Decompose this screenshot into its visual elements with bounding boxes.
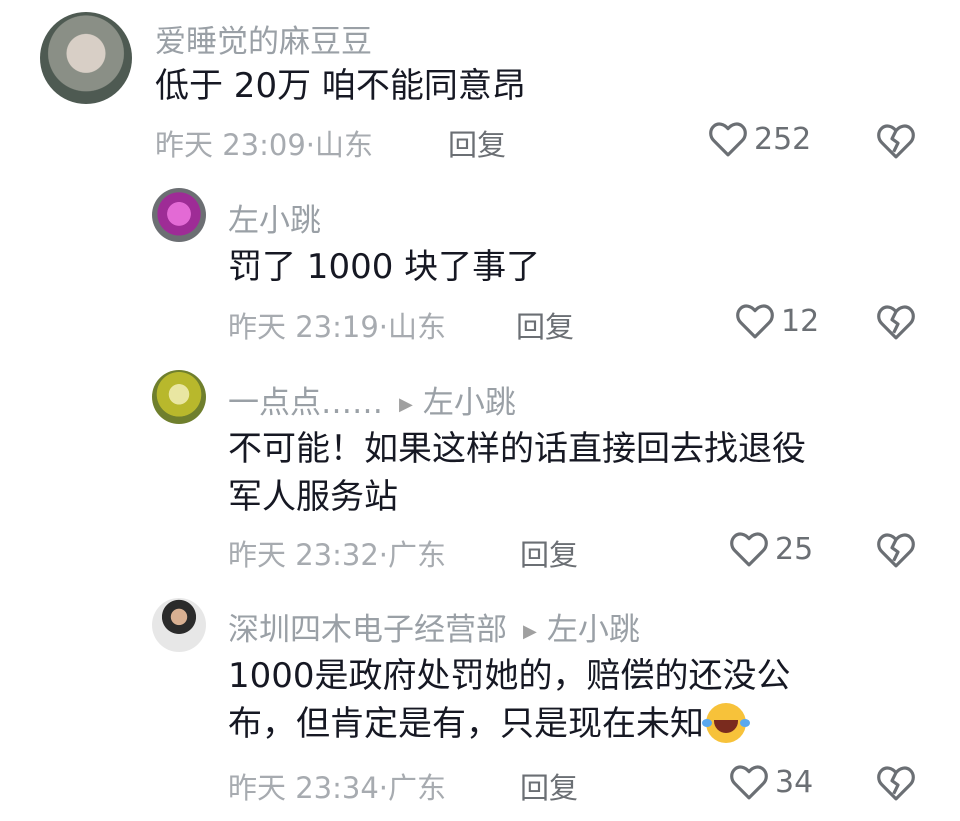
dislike-button[interactable] (876, 531, 916, 573)
triangle-right-icon: ▶ (523, 621, 537, 642)
broken-heart-icon (877, 766, 915, 801)
comment-time: 昨天 23:32 (228, 538, 379, 572)
comment-text-line: 不可能！如果这样的话直接回去找退役 (228, 429, 806, 469)
comment-meta: 昨天 23:34·广东 (228, 765, 446, 807)
heart-outline-icon (730, 532, 768, 567)
username-line: 一点点…… ▶ 左小跳 (228, 377, 516, 422)
comment-meta: 昨天 23:09·山东 (155, 122, 373, 164)
avatar[interactable] (152, 188, 206, 242)
comment-text-line-with-emoji: 布，但肯定是有，只是现在未知 (228, 700, 791, 748)
dislike-button[interactable] (876, 303, 916, 345)
avatar[interactable] (152, 598, 206, 652)
heart-outline-icon (736, 304, 774, 339)
comment-text: 1000是政府处罚她的，赔偿的还没公 布，但肯定是有，只是现在未知 (228, 652, 791, 748)
comment-time: 昨天 23:19 (228, 310, 379, 344)
like-count: 12 (781, 303, 820, 339)
heart-outline-icon (709, 122, 747, 157)
comment-location: 广东 (388, 538, 447, 572)
dislike-button[interactable] (876, 122, 916, 164)
avatar[interactable] (152, 370, 206, 424)
reply-button[interactable]: 回复 (520, 765, 578, 807)
rolling-on-floor-laughing-emoji-icon (702, 702, 746, 743)
comment-text: 低于 20万 咱不能同意昂 (155, 62, 526, 110)
like-count: 252 (754, 121, 812, 157)
like-count: 34 (775, 764, 814, 800)
like-button[interactable]: 25 (729, 530, 813, 568)
like-button[interactable]: 34 (729, 763, 813, 801)
avatar[interactable] (40, 12, 132, 104)
meta-separator: · (378, 771, 389, 805)
comment-text: 不可能！如果这样的话直接回去找退役 军人服务站 (228, 425, 806, 521)
dislike-button[interactable] (876, 764, 916, 806)
triangle-right-icon: ▶ (399, 394, 413, 415)
username-line: 深圳四木电子经营部 ▶ 左小跳 (228, 604, 640, 649)
comment-text-line: 布，但肯定是有，只是现在未知 (228, 704, 704, 744)
comment-time: 昨天 23:09 (155, 128, 306, 162)
comment-location: 山东 (315, 128, 374, 162)
meta-separator: · (305, 128, 316, 162)
comment-meta: 昨天 23:19·山东 (228, 304, 446, 346)
like-button[interactable]: 252 (708, 120, 811, 158)
meta-separator: · (378, 310, 389, 344)
reply-button[interactable]: 回复 (516, 304, 574, 346)
reply-button[interactable]: 回复 (520, 532, 578, 574)
comment-location: 广东 (388, 771, 447, 805)
comment-time: 昨天 23:34 (228, 771, 379, 805)
meta-separator: · (378, 538, 389, 572)
reply-to-username[interactable]: 左小跳 (547, 612, 640, 648)
like-button[interactable]: 12 (735, 302, 819, 340)
username[interactable]: 一点点…… (228, 385, 383, 421)
reply-to-username[interactable]: 左小跳 (423, 385, 516, 421)
comment-text: 罚了 1000 块了事了 (228, 243, 540, 291)
username[interactable]: 爱睡觉的麻豆豆 (155, 16, 372, 61)
like-count: 25 (775, 531, 814, 567)
heart-outline-icon (730, 765, 768, 800)
broken-heart-icon (877, 533, 915, 568)
comment-meta: 昨天 23:32·广东 (228, 532, 446, 574)
comment-text-line: 罚了 1000 块了事了 (228, 247, 541, 287)
comment-location: 山东 (388, 310, 447, 344)
username[interactable]: 深圳四木电子经营部 (228, 612, 507, 648)
comment-text-line: 军人服务站 (228, 477, 398, 517)
comment-text-line: 1000是政府处罚她的，赔偿的还没公 (228, 656, 791, 696)
broken-heart-icon (877, 124, 915, 159)
broken-heart-icon (877, 305, 915, 340)
comment-text-line: 低于 20万 咱不能同意昂 (155, 66, 526, 106)
username[interactable]: 左小跳 (228, 195, 321, 240)
reply-button[interactable]: 回复 (448, 122, 506, 164)
